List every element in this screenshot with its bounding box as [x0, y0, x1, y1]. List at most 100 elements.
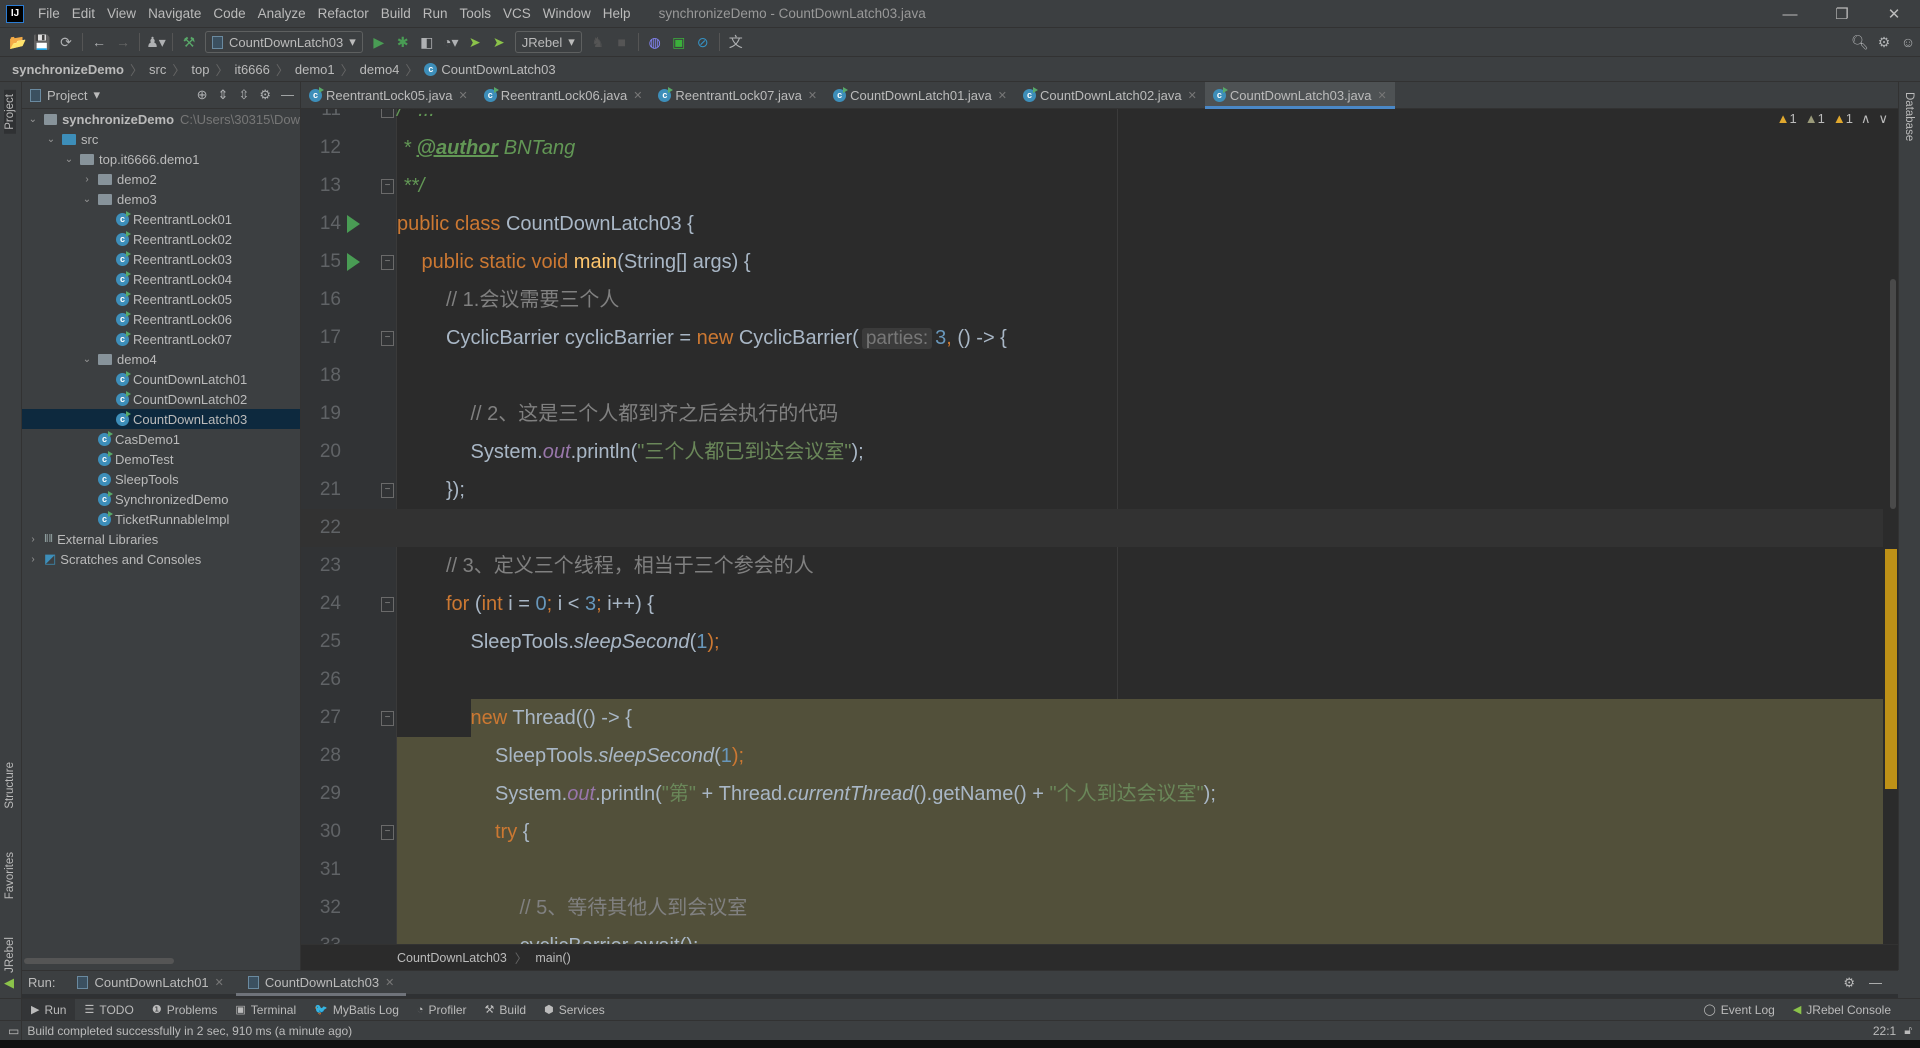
tree-item[interactable]: c SynchronizedDemo [22, 489, 300, 509]
globe-icon[interactable]: ◍ [643, 31, 667, 53]
breadcrumb-item[interactable]: CountDownLatch03 [441, 62, 555, 77]
chevron-right-icon[interactable]: › [80, 174, 94, 185]
menu-vcs[interactable]: VCS [497, 6, 537, 21]
back-icon[interactable]: ← [87, 31, 111, 53]
tree-item[interactable]: c ReentrantLock06 [22, 309, 300, 329]
jrebel-run-icon[interactable]: ➤ [463, 31, 487, 53]
tree-item[interactable]: › demo2 [22, 169, 300, 189]
stripe-database[interactable]: Database [1903, 92, 1915, 141]
debug-icon[interactable]: ✱ [391, 31, 415, 53]
profile-icon[interactable]: ◔▾ [439, 31, 463, 53]
tree-item[interactable]: c ReentrantLock05 [22, 289, 300, 309]
caret-position[interactable]: 22:1 [1873, 1024, 1896, 1038]
open-folder-icon[interactable]: 📂 [6, 31, 30, 53]
gear-icon[interactable]: ⚙ [1843, 975, 1855, 991]
menu-code[interactable]: Code [207, 6, 251, 21]
tree-item[interactable]: c SleepTools [22, 469, 300, 489]
lock-icon[interactable]: 🔓︎ [1904, 1023, 1912, 1038]
tree-item[interactable]: c CountDownLatch03 [22, 409, 300, 429]
close-tab-icon[interactable]: ✕ [1378, 89, 1387, 102]
translate-icon[interactable]: 文 [724, 31, 748, 53]
jrebel-select[interactable]: JRebel ▾ [514, 31, 582, 53]
save-icon[interactable]: 💾 [30, 31, 54, 53]
locate-icon[interactable]: ⊕ [197, 87, 208, 103]
tab-reentrantlock05[interactable]: c ReentrantLock05.java ✕ [301, 82, 476, 109]
tree-item[interactable]: ⌄ demo4 [22, 349, 300, 369]
tool-button-todo[interactable]: ☰ TODO [75, 999, 142, 1021]
prev-highlight-icon[interactable]: ∧ [1861, 111, 1871, 127]
minimize-icon[interactable]: — [1764, 6, 1816, 23]
run-tab-countdownlatch01[interactable]: CountDownLatch01 ✕ [65, 971, 235, 995]
breadcrumb-item[interactable]: src [149, 62, 166, 77]
breadcrumb-item[interactable]: top [191, 62, 209, 77]
breadcrumb-item[interactable]: demo4 [360, 62, 400, 77]
crumb-method[interactable]: main() [535, 951, 570, 965]
tab-countdownlatch02[interactable]: c CountDownLatch02.java ✕ [1015, 82, 1205, 109]
status-toggle-icon[interactable]: ▭ [8, 1024, 19, 1038]
tab-reentrantlock07[interactable]: c ReentrantLock07.java ✕ [650, 82, 825, 109]
breadcrumb-item[interactable]: demo1 [295, 62, 335, 77]
close-tab-icon[interactable]: ✕ [808, 89, 817, 102]
close-tab-icon[interactable]: ✕ [633, 89, 642, 102]
forward-icon[interactable]: → [111, 31, 135, 53]
tree-item[interactable]: c DemoTest [22, 449, 300, 469]
tree-item[interactable]: c CountDownLatch02 [22, 389, 300, 409]
stop-icon[interactable]: ■ [610, 31, 634, 53]
menu-run[interactable]: Run [417, 6, 454, 21]
chevron-down-icon[interactable]: ⌄ [80, 194, 94, 205]
close-tab-icon[interactable]: ✕ [1188, 89, 1197, 102]
tree-item[interactable]: › ◩ Scratches and Consoles [22, 549, 300, 569]
chevron-right-icon[interactable]: › [26, 554, 40, 565]
fold-marker-icon[interactable]: − [381, 331, 394, 346]
minimize-panel-icon[interactable]: — [281, 87, 294, 103]
fold-marker-icon[interactable]: − [381, 255, 394, 270]
chevron-down-icon[interactable]: ⌄ [44, 134, 58, 145]
project-view-select[interactable]: Project [47, 88, 87, 103]
fold-marker-icon[interactable]: − [381, 825, 394, 840]
menu-help[interactable]: Help [597, 6, 637, 21]
tree-item[interactable]: c CountDownLatch01 [22, 369, 300, 389]
fold-marker-icon[interactable]: − [381, 179, 394, 194]
fold-marker-icon[interactable]: − [381, 711, 394, 726]
close-icon[interactable]: ✕ [1868, 5, 1920, 23]
jrebel-debug-icon[interactable]: ➤ [487, 31, 511, 53]
tree-item[interactable]: ⌄ top.it6666.demo1 [22, 149, 300, 169]
chevron-down-icon[interactable]: ⌄ [26, 114, 40, 125]
run-gutter-icon[interactable] [347, 253, 360, 271]
tool-button-event-log[interactable]: ◯ Event Log [1694, 999, 1783, 1021]
build-hammer-icon[interactable]: ⚒ [177, 31, 201, 53]
chevron-down-icon[interactable]: ⌄ [80, 354, 94, 365]
fold-marker-icon[interactable]: − [381, 483, 394, 498]
stripe-structure[interactable]: Structure [4, 762, 16, 809]
menu-build[interactable]: Build [375, 6, 417, 21]
tree-item[interactable]: ⌄ demo3 [22, 189, 300, 209]
menu-view[interactable]: View [101, 6, 142, 21]
tree-item[interactable]: ⌄ src [22, 129, 300, 149]
menu-refactor[interactable]: Refactor [312, 6, 375, 21]
hide-panel-icon[interactable]: — [1869, 975, 1882, 991]
run-icon[interactable]: ▶ [367, 31, 391, 53]
breadcrumb-item[interactable]: synchronizeDemo [12, 62, 124, 77]
tab-countdownlatch01[interactable]: c CountDownLatch01.java ✕ [825, 82, 1015, 109]
vertical-scrollbar[interactable] [1890, 279, 1896, 509]
close-tab-icon[interactable]: ✕ [458, 89, 467, 102]
tree-item[interactable]: ⌄ synchronizeDemo C:\Users\30315\Dow [22, 109, 300, 129]
tree-item[interactable]: c ReentrantLock01 [22, 209, 300, 229]
fold-marker-icon[interactable]: − [381, 597, 394, 612]
tool-button-run[interactable]: ▶ Run [22, 998, 76, 1021]
tool-button-terminal[interactable]: ▣ Terminal [226, 999, 305, 1021]
tab-countdownlatch03[interactable]: c CountDownLatch03.java ✕ [1204, 81, 1395, 109]
tool-button-jrebel-console[interactable]: ◀ JRebel Console [1784, 999, 1900, 1021]
block-icon[interactable]: ⊘ [691, 31, 715, 53]
next-highlight-icon[interactable]: ∨ [1878, 111, 1888, 127]
horizontal-scrollbar[interactable] [24, 958, 174, 964]
gear-icon[interactable]: ⚙ [259, 87, 271, 103]
expand-all-icon[interactable]: ⇕ [218, 87, 229, 103]
inspection-widget[interactable]: ▲1 ▲1 ▲1 ∧ ∨ [1777, 111, 1888, 127]
menu-tools[interactable]: Tools [454, 6, 498, 21]
collapse-all-icon[interactable]: ⇳ [238, 87, 249, 103]
breadcrumb-item[interactable]: it6666 [234, 62, 269, 77]
close-tab-icon[interactable]: ✕ [998, 89, 1007, 102]
tree-item[interactable]: › ‖‖ External Libraries [22, 529, 300, 549]
tree-item[interactable]: c CasDemo1 [22, 429, 300, 449]
